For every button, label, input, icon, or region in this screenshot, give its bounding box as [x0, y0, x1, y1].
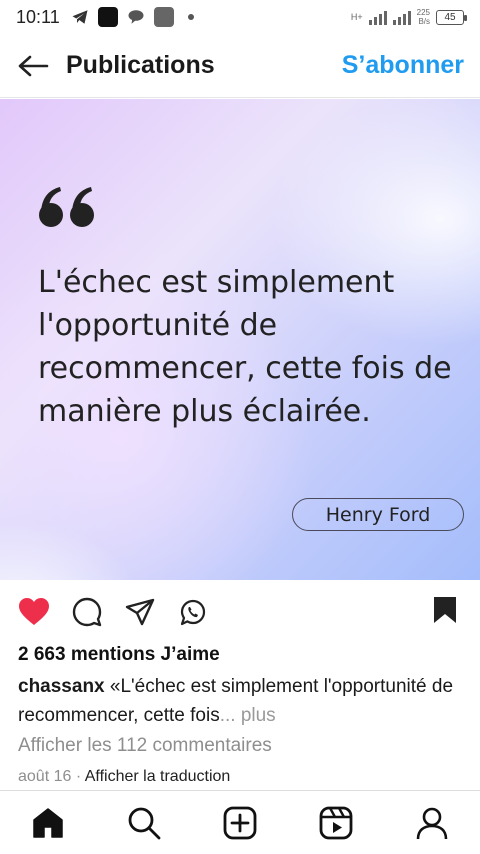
- post-image[interactable]: L'échec est simplement l'opportunité de …: [0, 99, 480, 580]
- likes-count[interactable]: 2 663 mentions J’aime: [18, 644, 220, 666]
- nav-reels[interactable]: [316, 803, 356, 843]
- search-icon: [128, 807, 161, 839]
- nav-home[interactable]: [28, 803, 68, 843]
- battery-icon: 45: [436, 9, 467, 25]
- chat-bubble-icon: [128, 10, 144, 24]
- back-button[interactable]: [16, 49, 50, 83]
- like-button[interactable]: [18, 596, 50, 628]
- caption-more-link[interactable]: ... plus: [220, 705, 276, 726]
- post-meta: août 16 · Afficher la traduction: [18, 768, 230, 786]
- post-caption: chassanx «L'échec est simplement l'oppor…: [18, 672, 464, 730]
- speed-value: 225: [416, 8, 430, 17]
- speed-unit: B/s: [418, 17, 430, 26]
- heart-filled-icon: [19, 598, 49, 625]
- notification-icons: [70, 7, 194, 27]
- translate-link[interactable]: Afficher la traduction: [85, 768, 231, 785]
- signal-icon: [368, 9, 387, 25]
- create-icon: [223, 806, 257, 839]
- view-comments-link[interactable]: Afficher les 112 commentaires: [18, 735, 272, 757]
- author-label: Henry Ford: [292, 498, 464, 531]
- reels-icon: [319, 806, 353, 839]
- home-icon: [33, 807, 63, 838]
- network-type: H+: [350, 12, 363, 22]
- profile-icon: [416, 807, 448, 839]
- app-icon: [153, 7, 174, 27]
- meta-separator: ·: [71, 768, 85, 785]
- post-actions: [0, 590, 480, 634]
- save-button[interactable]: [432, 596, 458, 629]
- comment-icon: [72, 597, 102, 627]
- bookmark-icon: [434, 596, 456, 623]
- status-time: 10:11: [16, 6, 60, 27]
- page-title: Publications: [66, 51, 215, 79]
- caption-username[interactable]: chassanx: [18, 676, 105, 697]
- subscribe-button[interactable]: S’abonner: [342, 51, 464, 80]
- post-date: août 16: [18, 768, 72, 785]
- nav-search[interactable]: [124, 803, 164, 843]
- whatsapp-share-button[interactable]: [177, 596, 209, 628]
- share-button[interactable]: [124, 596, 156, 628]
- nav-create[interactable]: [220, 803, 260, 843]
- whatsapp-icon: [180, 599, 206, 626]
- quote-mark-icon: [39, 187, 94, 227]
- share-icon: [125, 598, 155, 626]
- system-indicators: H+ 225 B/s 45: [350, 8, 467, 26]
- status-bar: 10:11 H+ 225 B/s 45: [0, 0, 480, 34]
- notification-dot-icon: [187, 14, 194, 20]
- nav-profile[interactable]: [412, 803, 452, 843]
- bottom-nav: [0, 790, 480, 854]
- app-icon: [97, 7, 118, 27]
- arrow-left-icon: [18, 55, 49, 76]
- quote-text: L'échec est simplement l'opportunité de …: [38, 265, 452, 429]
- top-bar: Publications S’abonner: [0, 34, 480, 98]
- network-speed: 225 B/s: [417, 8, 430, 26]
- battery-level: 45: [444, 11, 456, 23]
- telegram-icon: [72, 10, 88, 24]
- signal-icon: [392, 9, 411, 25]
- comment-button[interactable]: [71, 596, 103, 628]
